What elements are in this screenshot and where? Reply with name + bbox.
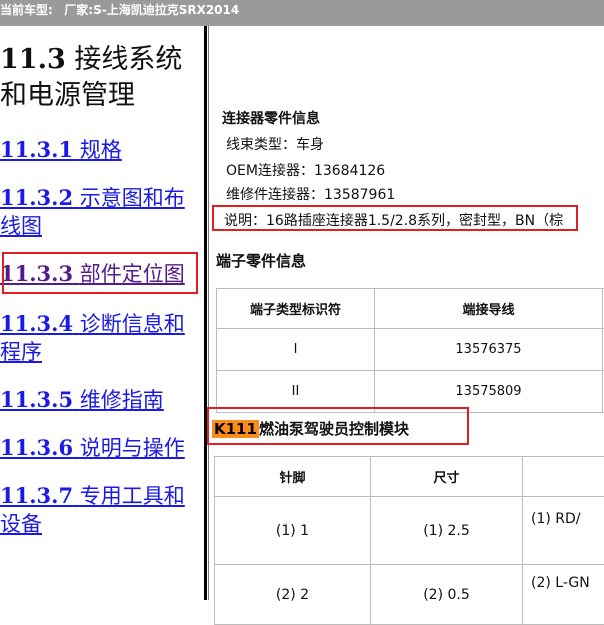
terminal-table: 端子类型标识符 端接导线 I 13576375 II 13575809 — [216, 288, 604, 413]
section-number: 11.3 — [0, 44, 66, 75]
harness-type: 线束类型：车身 — [226, 134, 324, 154]
toc-link-specifications[interactable]: 11.3.1 规格 — [0, 136, 200, 164]
service-connector: 维修件连接器：13587961 — [226, 184, 395, 204]
manufacturer-label: 厂家:S-上海凯迪拉克SRX2014 — [64, 3, 239, 17]
terminal-header-wire: 端接导线 — [375, 289, 603, 329]
pin-header-wire — [523, 457, 604, 497]
connector-info-title: 连接器零件信息 — [222, 108, 320, 128]
table-row: I 13576375 — [217, 329, 604, 371]
section-title-line1: 接线系统 — [74, 44, 182, 75]
toc-pane: 11.3 接线系统 和电源管理 11.3.1 规格 11.3.2 示意图和布 线… — [0, 26, 204, 600]
toc-link-description-operation[interactable]: 11.3.6 说明与操作 — [0, 434, 200, 462]
table-row: (2) 2 (2) 0.5 (2) L-GN — [215, 565, 604, 625]
table-row: (1) 1 (1) 2.5 (1) RD/ — [215, 497, 604, 565]
oem-connector: OEM连接器：13684126 — [226, 160, 385, 180]
toc-link-repair-guide[interactable]: 11.3.5 维修指南 — [0, 386, 200, 414]
frame-divider[interactable] — [204, 26, 207, 600]
pin-header-size: 尺寸 — [371, 457, 523, 497]
module-highlight-box — [207, 407, 469, 445]
terminal-header-id: 端子类型标识符 — [217, 289, 375, 329]
current-vehicle-label: 当前车型: — [0, 3, 53, 17]
toc-link-special-tools[interactable]: 11.3.7 专用工具和 设备 — [0, 482, 200, 538]
pin-header-pin: 针脚 — [215, 457, 371, 497]
content-pane: 连接器零件信息 线束类型：车身 OEM连接器：13684126 维修件连接器：1… — [210, 26, 604, 600]
toc-link-diagnostics[interactable]: 11.3.4 诊断信息和 程序 — [0, 310, 200, 366]
description-highlight-box — [212, 205, 578, 231]
section-title: 11.3 接线系统 和电源管理 — [0, 42, 204, 114]
section-title-line2: 和电源管理 — [0, 80, 135, 111]
vehicle-info-bar: 当前车型: 厂家:S-上海凯迪拉克SRX2014 — [0, 0, 604, 26]
frame-divider-shadow — [208, 26, 209, 600]
toc-link-schematics[interactable]: 11.3.2 示意图和布 线图 — [0, 184, 200, 240]
toc-highlight-box — [2, 252, 198, 294]
terminal-info-title: 端子零件信息 — [216, 250, 306, 271]
